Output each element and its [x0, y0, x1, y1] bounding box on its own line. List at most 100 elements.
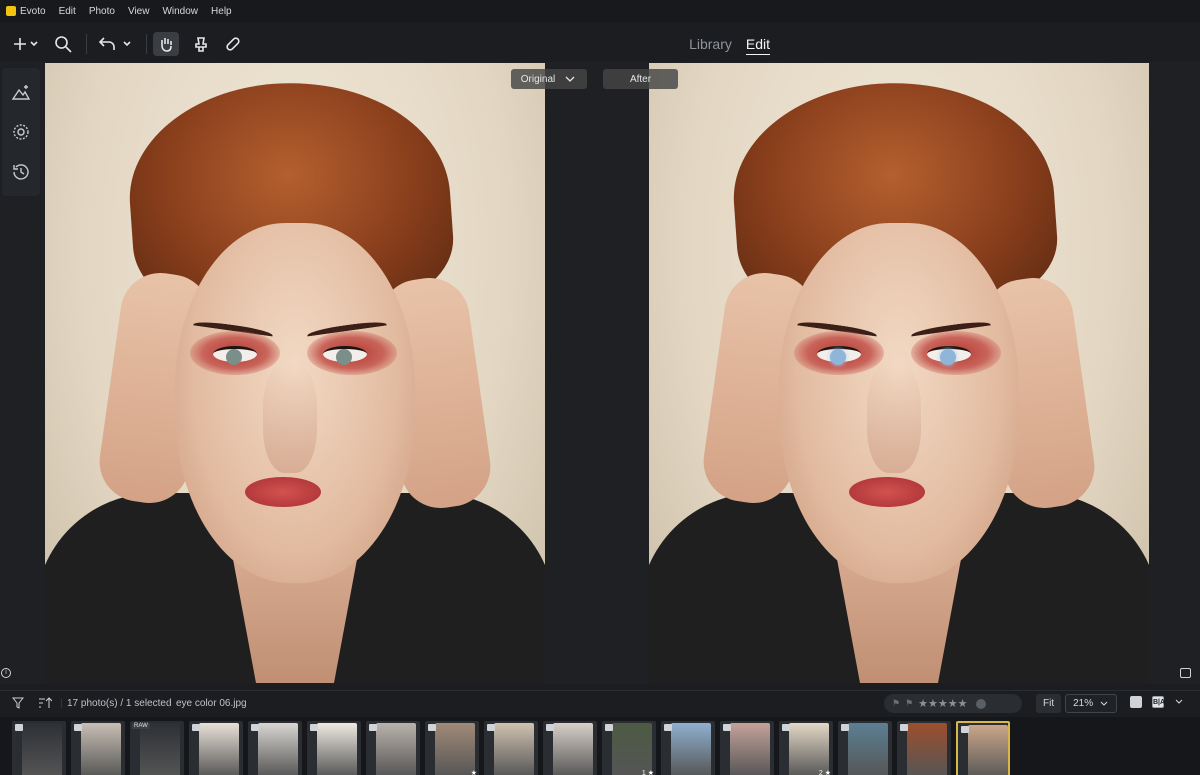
edited-icon	[841, 724, 849, 731]
panel-toggle-icon[interactable]	[1180, 668, 1191, 678]
zoom-select[interactable]: 21%	[1065, 694, 1118, 713]
selected-filename: eye color 06.jpg	[176, 698, 247, 709]
single-view-icon[interactable]	[1130, 696, 1142, 708]
side-toolbar	[2, 68, 40, 196]
raw-badge: RAW	[132, 723, 150, 729]
thumbnail-image	[789, 723, 829, 775]
edited-icon	[605, 724, 613, 731]
thumbnail[interactable]	[189, 721, 243, 775]
thumbnail[interactable]	[12, 721, 66, 775]
before-after-view-icon[interactable]: B|A	[1152, 696, 1165, 708]
thumbnail[interactable]: 2 ★	[779, 721, 833, 775]
thumbnail[interactable]	[307, 721, 361, 775]
rating-filter[interactable]: ⚑ ⚑ ★★★★★	[884, 694, 1022, 713]
flag-icon[interactable]: ⚑	[892, 698, 900, 709]
thumbnail[interactable]	[897, 721, 951, 775]
thumbnail[interactable]	[956, 721, 1010, 775]
thumbnail[interactable]: 1 ★	[602, 721, 656, 775]
chevron-down-icon	[1100, 701, 1108, 706]
original-photo[interactable]	[45, 63, 545, 684]
edited-icon	[251, 724, 259, 731]
thumbnail[interactable]	[720, 721, 774, 775]
thumbnail[interactable]	[71, 721, 125, 775]
rating-badge: 1 ★	[641, 770, 654, 775]
sort-icon[interactable]	[38, 697, 52, 709]
divider: |	[168, 698, 171, 709]
after-label-box: After	[603, 69, 678, 89]
adjust-icon	[11, 85, 31, 100]
thumbnail-image	[376, 723, 416, 775]
menu-photo[interactable]: Photo	[89, 6, 115, 17]
thumbnail[interactable]	[484, 721, 538, 775]
thumbnail-image	[140, 723, 180, 775]
color-label-icon[interactable]	[976, 698, 987, 709]
filter-tool-button[interactable]	[11, 122, 31, 142]
menu-edit[interactable]: Edit	[59, 6, 76, 17]
edited-icon	[15, 724, 23, 731]
history-icon	[13, 164, 29, 180]
edited-icon	[310, 724, 318, 731]
hand-tool-button[interactable]	[153, 32, 179, 56]
edited-icon	[900, 724, 908, 731]
rating-stars[interactable]: ★★★★★	[918, 697, 967, 710]
adjust-tool-button[interactable]	[11, 82, 31, 102]
thumbnail-strip: RAW ★ 1 ★ 2 ★	[0, 717, 1200, 775]
toolbar-separator	[86, 34, 87, 54]
evoto-logo-icon	[6, 6, 16, 16]
stamp-icon	[195, 37, 207, 52]
add-button[interactable]	[8, 32, 42, 56]
edited-icon	[428, 724, 436, 731]
undo-icon	[98, 37, 131, 50]
edited-icon	[74, 724, 82, 731]
thumbnail[interactable]	[838, 721, 892, 775]
info-icon[interactable]: i	[1, 668, 11, 678]
thumbnail-image	[968, 725, 1008, 775]
toolbar: Library Edit	[0, 22, 1200, 66]
tab-library[interactable]: Library	[689, 36, 732, 55]
thumbnail-image	[22, 723, 62, 775]
tab-edit[interactable]: Edit	[745, 36, 770, 55]
thumbnail[interactable]: RAW	[130, 721, 184, 775]
chevron-down-icon[interactable]	[1174, 698, 1184, 706]
edited-icon	[487, 724, 495, 731]
reject-flag-icon[interactable]: ⚑	[905, 698, 913, 709]
original-dropdown[interactable]: Original	[511, 69, 587, 89]
stamp-tool-button[interactable]	[190, 32, 212, 56]
menu-help[interactable]: Help	[211, 6, 232, 17]
edited-icon	[546, 724, 554, 731]
edited-icon	[723, 724, 731, 731]
menu-view[interactable]: View	[128, 6, 150, 17]
thumbnail-image	[199, 723, 239, 775]
zoom-controls: Fit 21%	[1036, 694, 1118, 713]
thumbnail-image	[730, 723, 770, 775]
thumbnail-image	[848, 723, 888, 775]
history-tool-button[interactable]	[11, 162, 31, 182]
edited-icon	[961, 726, 969, 733]
toolbar-separator	[146, 34, 147, 54]
filter-funnel-icon[interactable]	[12, 697, 24, 709]
photo-count: 17 photo(s) / 1 selected	[67, 698, 172, 709]
bandage-icon	[226, 37, 240, 51]
mode-tabs: Library Edit	[689, 36, 770, 55]
menu-app[interactable]: Evoto	[20, 6, 46, 17]
edited-icon	[369, 724, 377, 731]
thumbnail-image	[258, 723, 298, 775]
thumbnail-image	[671, 723, 711, 775]
thumbnail[interactable]	[661, 721, 715, 775]
thumbnail[interactable]	[543, 721, 597, 775]
search-button[interactable]	[52, 32, 74, 56]
thumbnail[interactable]: ★	[425, 721, 479, 775]
zoom-fit-button[interactable]: Fit	[1036, 694, 1062, 713]
undo-button[interactable]	[96, 32, 136, 56]
zoom-value: 21%	[1073, 698, 1094, 709]
thumbnail[interactable]	[366, 721, 420, 775]
thumbnail[interactable]	[248, 721, 302, 775]
edited-icon	[782, 724, 790, 731]
after-photo[interactable]	[649, 63, 1149, 684]
thumbnail-image	[553, 723, 593, 775]
menu-window[interactable]: Window	[162, 6, 198, 17]
healing-tool-button[interactable]	[222, 32, 244, 56]
rating-badge: ★	[470, 770, 477, 775]
thumbnail-image	[907, 723, 947, 775]
rating-badge: 2 ★	[818, 770, 831, 775]
